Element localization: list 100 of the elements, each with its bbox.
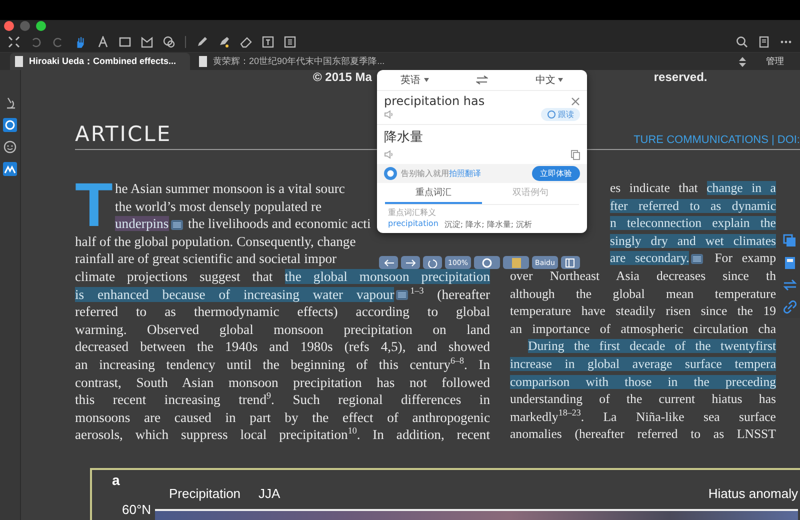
left-arrow-icon [384,258,394,266]
body-text: the livelihoods and economic acti [187,216,371,232]
copyright-text: reserved. [654,70,708,84]
highlighted-text: fter referred to as dynamic [610,198,776,213]
figure-title: Hiatus anomaly [708,486,798,501]
highlighter-icon[interactable] [218,36,230,48]
body-text: rainfall are of great scientific and societal impor [75,251,337,266]
note-icon[interactable] [396,290,408,300]
forward-button[interactable] [401,256,420,269]
document-tab[interactable]: Hiroaki Ueda：Combined effects... [10,53,190,70]
journal-header: TURE COMMUNICATIONS | DOI: [634,134,800,146]
season-label: JJA [258,486,280,501]
text-tool-icon[interactable] [97,36,109,48]
translation-result: 降水量 [384,129,424,146]
body-text: half of the global population. Consequently, change [75,234,356,249]
translator-tab[interactable]: 重点词汇 [385,183,482,204]
highlighted-text: change in a [706,181,776,195]
highlighted-text: is enhanced because of increasing water vapour [75,286,394,302]
tab-title: Hiroaki Ueda：Combined effects... [29,55,176,68]
target-language-dropdown[interactable]: 中文 [535,73,564,87]
source-language-dropdown[interactable]: 英语 [400,73,429,87]
body-text: an increasing tendency until the beginning of this century$^{6–8}$. In [75,356,490,372]
vocab-section-title: 重点词汇释义 [388,207,437,218]
mountain-icon[interactable] [3,162,17,176]
body-text: although the global mean temperature [510,286,776,301]
body-text: $^{1–3}$ (hereafter [410,286,490,302]
expand-icon[interactable] [8,36,20,48]
body-text: referred to as thermodynamic effects) according to global [75,304,490,320]
highlighted-text: the global monsoon precipitation [284,268,490,284]
app-icon[interactable] [384,167,397,180]
save-icon[interactable] [783,256,797,270]
body-text: temperature have steadily risen since the 19 [510,304,776,318]
copy-icon[interactable] [571,150,580,160]
body-text: monsoons are caused in part by the effect of anthropogenic [75,410,490,425]
body-text: For examp [714,251,776,266]
undo-icon[interactable] [30,36,42,48]
tab-title: 黄荣辉：20世纪90年代末中国东部夏季降... [213,55,385,68]
figure-title: Precipitation [169,486,241,501]
refresh-icon [428,258,438,268]
sticky-note-icon [512,258,521,268]
record-button[interactable] [474,256,500,269]
note-icon[interactable] [170,220,183,230]
body-text: climate projections suggest that [75,268,274,284]
copy-icon[interactable] [783,234,797,248]
body-text: markedly$^{18–23}$. La Niña-like sea surface [510,410,776,424]
rectangle-icon[interactable] [119,36,131,48]
section-title: ARTICLE [75,122,172,146]
back-button[interactable] [379,256,398,269]
panel-button[interactable] [560,256,580,269]
redo-icon[interactable] [52,36,64,48]
search-icon[interactable] [736,36,748,48]
body-text: aerosols, which suppress local precipitation$^{10}$. In addition, recent [75,427,490,442]
close-button[interactable] [4,21,14,31]
body-text: warming. Observed global monsoon precipitation on land [75,322,490,337]
note-tool-icon[interactable] [284,36,296,48]
circle-icon[interactable] [3,118,17,132]
zoom-button[interactable] [36,21,46,31]
file-icon [15,56,23,67]
document-tab[interactable]: 黄荣辉：20世纪90年代末中国东部夏季降... [194,53,399,70]
eraser-icon[interactable] [240,36,252,48]
highlighted-text: During the first decade of the twentyfirst [528,339,776,354]
promo-text: 告别输入就用拍照翻译 [401,168,482,179]
source-text[interactable]: precipitation has [384,94,485,108]
swap-icon[interactable] [476,75,488,85]
body-text: this recent increasing trend$^{9}$. Such regional differences in [75,392,490,408]
highlighted-text: singly dry and wet climates [610,234,776,248]
latitude-label: 60°N [122,502,152,517]
share-icon[interactable] [783,278,797,292]
close-icon[interactable] [571,96,580,106]
body-text: es indicate that [610,181,699,195]
panel-label: a [112,472,120,488]
manage-button[interactable]: 管理 [760,55,790,68]
polygon-icon[interactable] [141,36,153,48]
body-text: decreased between the 1940s and 1980s (refs 4,5), and showed [75,339,490,354]
file-icon [199,56,208,67]
highlighted-text: increase in global average surface tempera [510,356,776,371]
body-text: an importance of atmospheric circulation cha [510,322,776,336]
link-icon[interactable] [783,300,797,314]
smiley-icon[interactable] [3,140,17,154]
document-icon[interactable] [758,36,770,48]
vocab-meaning: 沉淀; 降水; 降水量; 沉析 [444,219,532,230]
sort-icon[interactable] [739,56,746,66]
drop-cap: T [75,180,114,232]
more-icon[interactable] [780,40,792,44]
pen-icon[interactable] [196,36,208,48]
textbox-icon[interactable] [262,36,274,48]
body-text: over Northeast Asia decreases since th [510,268,776,283]
highlighted-text: n teleconnection explain the [610,216,776,230]
highlighted-text: are secondary. [610,251,690,266]
body-text: understanding of the current hiatus has [510,392,776,406]
panel-icon [565,258,576,268]
caret-icon [424,78,429,82]
note-button[interactable] [503,256,530,269]
circle-icon [482,258,492,268]
refresh-button[interactable] [423,256,442,269]
copyright-text: © 2015 Ma [313,70,372,84]
note-icon[interactable] [691,254,704,264]
try-now-button[interactable]: 立即体验 [532,166,580,181]
highlighted-text: underpins [115,216,169,232]
body-text: he Asian summer monsoon is a vital sourc [115,181,345,196]
